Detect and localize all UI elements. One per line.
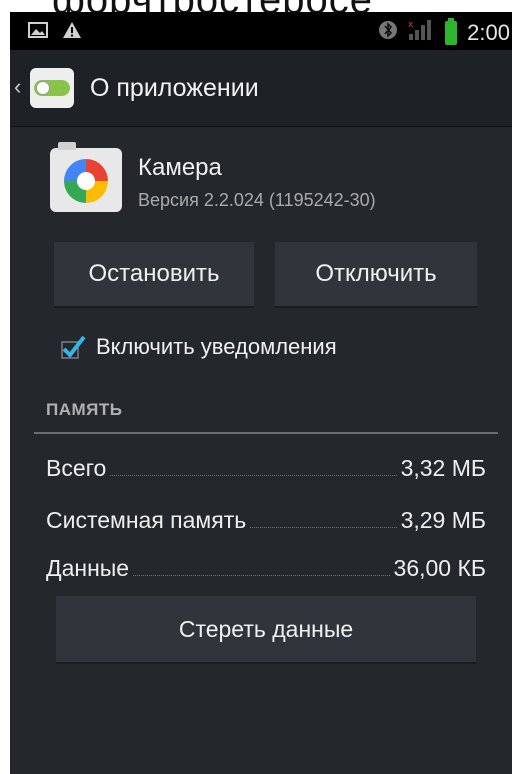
storage-label: Данные <box>46 555 130 581</box>
storage-label: Системная память <box>46 507 247 533</box>
disable-button[interactable]: Отключить <box>275 242 477 308</box>
image-icon <box>28 21 48 44</box>
signal-icon: x <box>407 18 435 47</box>
app-version: Версия 2.2.024 (1195242-30) <box>138 190 376 210</box>
storage-value: 3,29 МБ <box>400 507 486 533</box>
bluetooth-icon <box>379 19 398 46</box>
camera-icon <box>50 142 122 212</box>
status-time: 2:00 <box>467 19 510 45</box>
phone-screen: x 2:00 ‹ О приложении Камера Версия 2.2.… <box>10 12 512 774</box>
storage-section-header: ПАМЯТЬ <box>46 400 123 419</box>
section-divider <box>34 432 498 434</box>
action-bar: ‹ О приложении <box>10 50 512 127</box>
status-bar: x 2:00 <box>10 12 512 50</box>
app-name: Камера <box>138 154 222 181</box>
notifications-checkbox[interactable] <box>60 334 86 360</box>
leader-dots <box>110 474 397 476</box>
storage-value: 36,00 КБ <box>393 555 486 581</box>
app-settings-icon[interactable] <box>30 68 74 108</box>
storage-row-data: Данные 36,00 КБ <box>46 548 486 582</box>
storage-row-total: Всего 3,32 МБ <box>46 448 486 482</box>
back-chevron-icon[interactable]: ‹ <box>14 74 21 100</box>
force-stop-button[interactable]: Остановить <box>54 242 254 308</box>
leader-dots <box>133 574 390 576</box>
storage-row-system: Системная память 3,29 МБ <box>46 500 486 534</box>
svg-text:x: x <box>408 20 414 30</box>
leader-dots <box>250 526 397 528</box>
warning-icon <box>62 21 82 44</box>
battery-icon <box>445 17 458 45</box>
app-header: Камера Версия 2.2.024 (1195242-30) <box>10 126 512 236</box>
clear-data-button[interactable]: Стереть данные <box>56 596 476 664</box>
storage-label: Всего <box>46 455 107 481</box>
notifications-toggle-row[interactable]: Включить уведомления <box>60 330 337 364</box>
storage-value: 3,32 МБ <box>400 455 486 481</box>
notifications-label: Включить уведомления <box>96 334 337 359</box>
page-title: О приложении <box>90 74 259 102</box>
